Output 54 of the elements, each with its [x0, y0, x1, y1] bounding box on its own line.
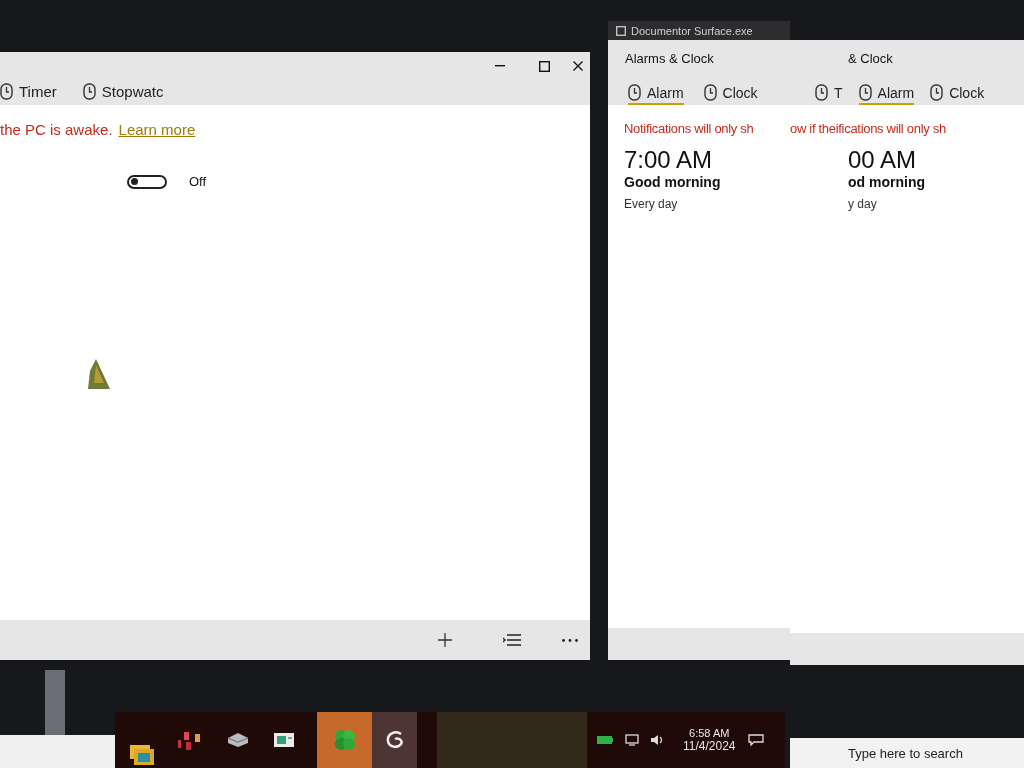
- list-icon: [503, 634, 521, 646]
- clock-icon: [815, 84, 828, 101]
- clock-icon: [628, 84, 641, 101]
- monitor-icon: [625, 734, 639, 746]
- battery-icon: [597, 736, 613, 744]
- thumbnail-title: Documentor Surface.exe: [631, 24, 753, 37]
- app-title: & Clock: [847, 51, 893, 66]
- clock-icon: [930, 84, 944, 101]
- scrollbar-thumb: [45, 670, 65, 735]
- alarm-name: Good morning: [624, 174, 721, 190]
- blocks-icon: [178, 730, 200, 750]
- triangle-icon: [88, 359, 110, 389]
- folder-icon: [130, 743, 154, 765]
- taskbar-button[interactable]: [225, 730, 251, 750]
- notice-text: Notifications will only sh: [624, 121, 754, 136]
- window-icon: [616, 25, 626, 36]
- tab[interactable]: Stopwatc: [82, 81, 164, 104]
- toggle-label: Off: [189, 174, 207, 189]
- maximize-icon: [538, 60, 550, 72]
- toggle-switch[interactable]: [127, 174, 167, 189]
- alarm-time: 7:00 AM: [624, 146, 713, 174]
- card-icon: [274, 733, 294, 747]
- app-title: Alarms & Clock: [624, 51, 714, 66]
- speech-bubble-icon: [747, 734, 764, 746]
- box-icon: [228, 733, 248, 747]
- minimize-icon: [495, 65, 505, 67]
- tab[interactable]: Clock: [930, 82, 985, 105]
- swirl-icon: [384, 730, 405, 750]
- clock-icon: [858, 84, 872, 101]
- tab[interactable]: Timer: [0, 81, 57, 104]
- more-icon: [562, 638, 578, 642]
- tab[interactable]: Alarm: [858, 82, 915, 105]
- taskbar-button[interactable]: [271, 730, 297, 750]
- alarm-repeat: y day: [848, 197, 877, 211]
- volume-icon: [651, 734, 663, 746]
- notice-text: ow if theifications will only sh: [790, 121, 946, 136]
- notice-text: the PC is awake.: [0, 121, 113, 138]
- clover-icon: [333, 729, 356, 751]
- alarm-repeat: Every day: [624, 197, 678, 211]
- taskbar-button[interactable]: [372, 712, 417, 768]
- clock-time[interactable]: 6:58 AM: [689, 727, 730, 739]
- tab[interactable]: Alarm: [628, 82, 684, 105]
- tab[interactable]: T: [815, 82, 843, 105]
- search-field[interactable]: Type here to search: [790, 738, 1024, 768]
- clock-icon: [0, 83, 13, 100]
- alarm-name: od morning: [848, 174, 925, 190]
- tab[interactable]: Clock: [703, 82, 758, 105]
- close-icon: [573, 61, 583, 71]
- clock-icon: [703, 84, 717, 101]
- alarm-time: 00 AM: [848, 146, 917, 174]
- plus-icon: [438, 633, 452, 647]
- clock-icon: [82, 83, 96, 100]
- learn-more-link[interactable]: Learn more: [118, 121, 196, 138]
- clock-date[interactable]: 11/4/2024: [683, 739, 736, 753]
